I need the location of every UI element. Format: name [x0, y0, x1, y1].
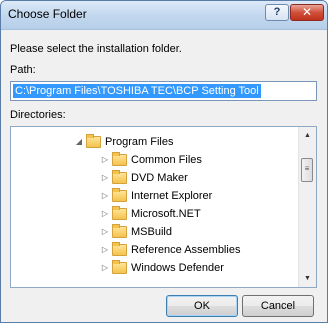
tree-item-label: Microsoft.NET: [131, 208, 201, 220]
tree-item-program-files[interactable]: ◢ Program Files: [74, 133, 173, 151]
close-button[interactable]: ✕: [290, 4, 324, 21]
title-bar: Choose Folder ? ✕: [1, 1, 327, 30]
folder-icon: [112, 170, 127, 184]
folder-icon: [112, 260, 127, 274]
path-value: C:\Program Files\TOSHIBA TEC\BCP Setting…: [13, 84, 261, 98]
collapsed-arrow-icon[interactable]: ▷: [100, 241, 110, 259]
tree-item[interactable]: ▷ Reference Assemblies: [100, 241, 240, 259]
path-label: Path:: [10, 64, 36, 76]
collapsed-arrow-icon[interactable]: ▷: [100, 259, 110, 277]
ok-button[interactable]: OK: [166, 295, 238, 317]
vertical-scrollbar[interactable]: ▲ ≡ ▼: [298, 127, 316, 287]
collapsed-arrow-icon[interactable]: ▷: [100, 169, 110, 187]
scroll-down-arrow-icon[interactable]: ▼: [299, 270, 316, 287]
tree-item[interactable]: ▷ Windows Defender: [100, 259, 224, 277]
cancel-button[interactable]: Cancel: [242, 295, 314, 317]
tree-item-label: Internet Explorer: [131, 190, 213, 202]
folder-icon: [112, 188, 127, 202]
collapsed-arrow-icon[interactable]: ▷: [100, 205, 110, 223]
scroll-up-arrow-icon[interactable]: ▲: [299, 127, 316, 144]
folder-icon: [86, 134, 101, 148]
folder-icon: [112, 206, 127, 220]
tree-item[interactable]: ▷ Internet Explorer: [100, 187, 212, 205]
collapsed-arrow-icon[interactable]: ▷: [100, 151, 110, 169]
path-input[interactable]: C:\Program Files\TOSHIBA TEC\BCP Setting…: [10, 81, 317, 101]
collapsed-arrow-icon[interactable]: ▷: [100, 223, 110, 241]
help-button[interactable]: ?: [265, 4, 289, 21]
dialog-body: Please select the installation folder. P…: [6, 30, 322, 318]
directories-label: Directories:: [10, 109, 66, 121]
tree-item-label: Program Files: [105, 136, 174, 148]
tree-item-label: Common Files: [131, 154, 202, 166]
tree-item-label: DVD Maker: [131, 172, 188, 184]
tree-item[interactable]: ▷ DVD Maker: [100, 169, 188, 187]
scroll-thumb[interactable]: ≡: [301, 158, 313, 182]
tree-item[interactable]: ▷ Microsoft.NET: [100, 205, 201, 223]
folder-icon: [112, 152, 127, 166]
folder-icon: [112, 224, 127, 238]
collapsed-arrow-icon[interactable]: ▷: [100, 187, 110, 205]
folder-icon: [112, 242, 127, 256]
directory-tree[interactable]: ◢ Program Files ▷ Common Files ▷ DVD Maker …: [10, 126, 317, 288]
tree-item-label: MSBuild: [131, 226, 172, 238]
tree-item[interactable]: ▷ Common Files: [100, 151, 202, 169]
tree-item-label: Reference Assemblies: [131, 244, 241, 256]
instruction-text: Please select the installation folder.: [10, 43, 182, 55]
window-title: Choose Folder: [8, 7, 87, 21]
choose-folder-dialog: Choose Folder ? ✕ Please select the inst…: [0, 0, 328, 323]
tree-item-label: Windows Defender: [131, 262, 224, 274]
tree-item[interactable]: ▷ MSBuild: [100, 223, 172, 241]
expanded-arrow-icon[interactable]: ◢: [74, 133, 84, 151]
